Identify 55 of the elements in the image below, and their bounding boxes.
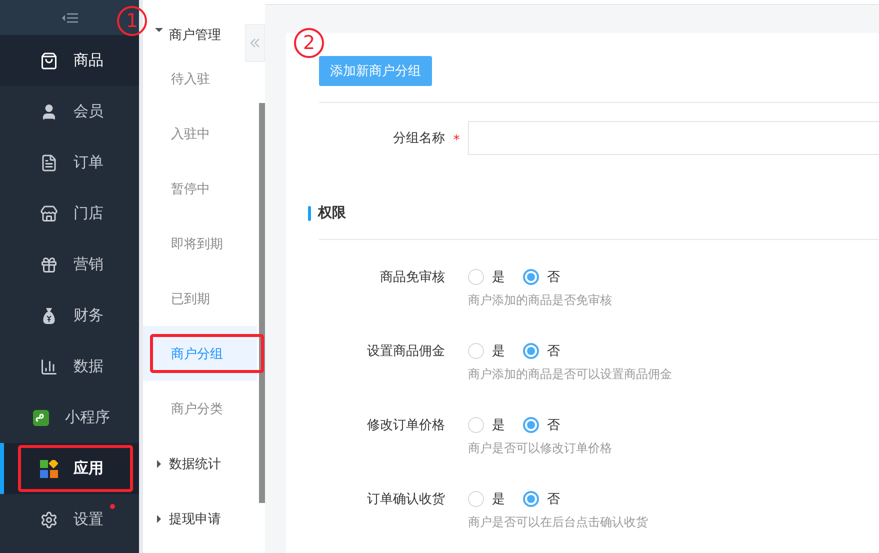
bar-chart-icon [40,358,58,376]
sidebar-item[interactable]: 会员 [0,86,139,137]
section-title: 权限 [318,204,346,222]
group-name-field[interactable] [468,121,879,155]
hint-text: 商户添加的商品是否可以设置商品佣金 [468,366,673,383]
radio-option[interactable]: 是 [468,490,505,508]
radio-option[interactable]: 否 [523,416,560,434]
permission-label: 商品免审核 [379,269,445,286]
permission-label: 订单确认收货 [366,491,445,508]
radio-option[interactable]: 是 [468,268,505,286]
required-mark: * [452,132,461,148]
collapse-panel-button[interactable] [245,24,265,62]
sidebar-item[interactable]: 小程序 [0,392,139,443]
menu-collapse-button[interactable] [0,0,139,35]
caret-icon [155,26,163,34]
sidebar-item[interactable]: 设置 [0,494,139,545]
submenu-item[interactable]: 即将到期 [143,216,257,271]
number-annotation: 1 [117,6,147,36]
submenu-item[interactable]: 已到期 [143,271,257,326]
sidebar-item[interactable]: 财务 [0,290,139,341]
radio-option[interactable]: 是 [468,342,505,360]
number-annotation: 2 [294,28,324,58]
hint-text: 商户添加的商品是否免审核 [468,292,613,309]
double-chevron-left-icon [250,38,260,48]
settings-icon [40,510,58,528]
permission-label: 设置商品佣金 [366,343,445,360]
store-icon [40,204,58,222]
shopping-bag-icon [40,52,58,70]
radio-option[interactable]: 否 [523,490,560,508]
sidebar-item[interactable]: 订单 [0,137,139,188]
submenu-group[interactable]: 提现申请 [143,491,257,546]
sidebar-item[interactable]: 应用 [0,443,139,494]
sidebar-item[interactable]: 数据 [0,341,139,392]
sidebar-item[interactable]: 商品 [0,35,139,86]
submenu-item[interactable]: 暂停中 [143,161,257,216]
submenu-item[interactable]: 入驻中 [143,106,257,161]
gift-icon [40,256,58,274]
sidebar-item[interactable]: 门店 [0,188,139,239]
submenu-item[interactable]: 商户分类 [143,381,257,436]
menu-fold-icon [62,12,78,22]
sidebar-item[interactable]: 营销 [0,239,139,290]
apps-grid-icon [40,460,58,478]
caret-icon [155,514,163,522]
permission-label: 修改订单价格 [366,417,445,434]
radio-option[interactable]: 否 [523,268,560,286]
mini-program-icon [33,410,49,426]
document-icon [40,154,58,172]
radio-option[interactable]: 否 [523,342,560,360]
hint-text: 商户是否可以在后台点击确认收货 [468,514,649,531]
submenu-group[interactable]: 数据统计 [143,436,257,491]
caret-icon [155,460,163,468]
hint-text: 商户是否可以修改订单价格 [468,440,613,457]
field-label: 分组名称 [392,130,445,147]
submenu-item[interactable]: 待入驻 [143,51,257,106]
radio-option[interactable]: 是 [468,416,505,434]
